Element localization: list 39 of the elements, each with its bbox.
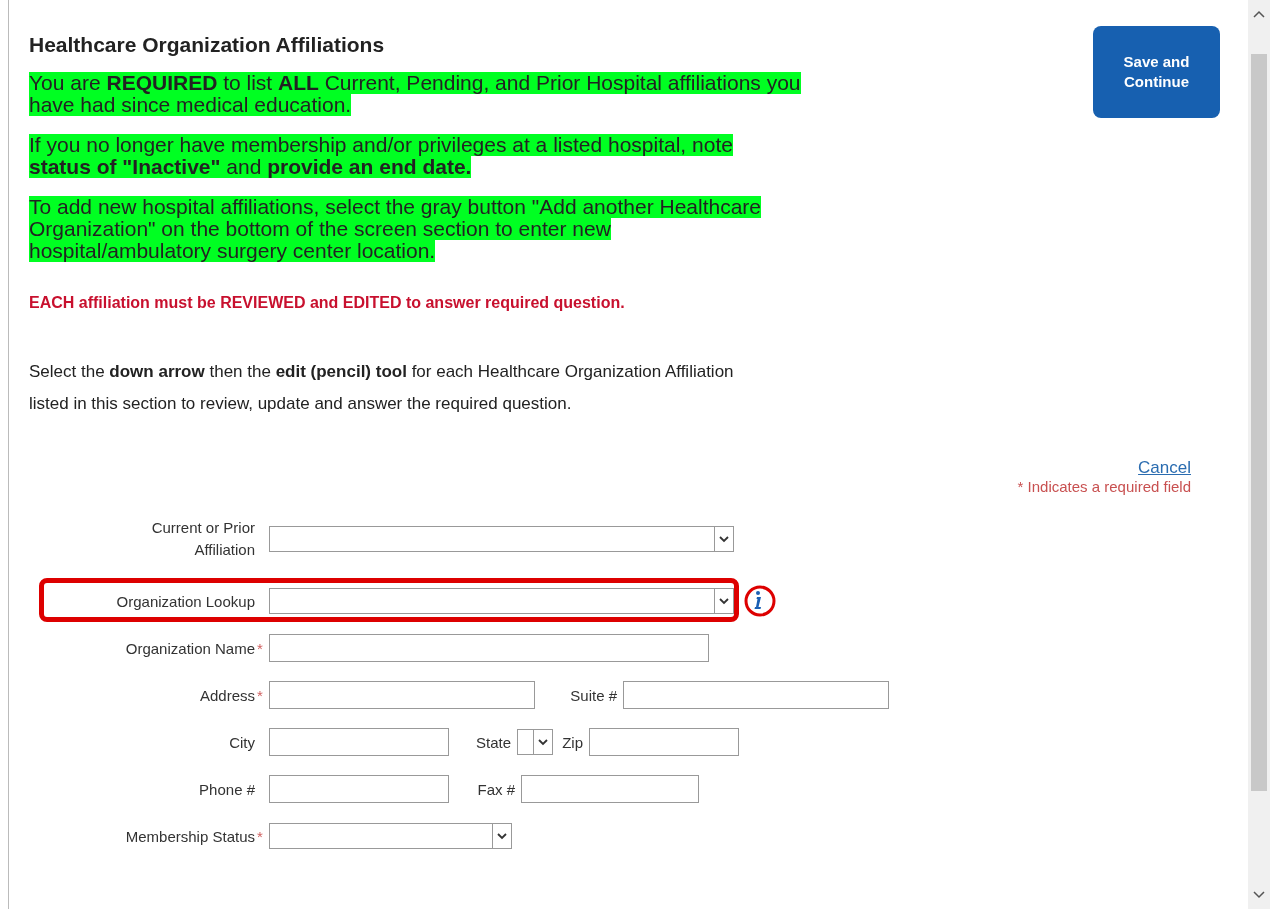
text-input-field[interactable] xyxy=(269,775,449,803)
field-label: Phone # xyxy=(198,780,256,798)
required-field-note: * Indicates a required field xyxy=(1017,478,1191,495)
text-input-field[interactable] xyxy=(589,728,739,756)
warning-text: EACH affiliation must be REVIEWED and EDITED to answer required question. xyxy=(29,294,625,312)
dropdown-field[interactable] xyxy=(269,823,512,849)
instruction-text: Select the down arrow then the edit (pencil) tool for each Healthcare Organization Affiliation listed in this section to review, update and answer the required question. xyxy=(29,361,734,415)
notice-text: To add new hospital affiliations, select the gray button "Add another Healthcare Organization" on the bottom of the screen section to enter new hospital/ambulatory surgery center location. xyxy=(29,196,762,262)
text-input-field[interactable] xyxy=(269,728,449,756)
field-label: Organization Lookup xyxy=(115,592,256,610)
notice-text: You are REQUIRED to list ALL Current, Pending, and Prior Hospital affiliations you have had since medical education. xyxy=(29,72,801,116)
field-label: Membership Status xyxy=(124,827,256,845)
text-input-field[interactable] xyxy=(269,681,535,709)
notice-text: If you no longer have membership and/or privileges at a listed hospital, note status of "Inactive" and provide an end date. xyxy=(29,134,733,178)
page-title: Healthcare Organization Affiliations xyxy=(29,32,386,58)
scrollbar[interactable] xyxy=(1248,0,1270,909)
save-and-continue-button[interactable]: Save and Continue xyxy=(1093,26,1220,118)
field-label: Suite # xyxy=(569,686,618,704)
dropdown-field[interactable] xyxy=(269,588,734,614)
scroll-down-icon[interactable] xyxy=(1253,891,1265,899)
field-label: Fax # xyxy=(476,780,516,798)
field-label: State xyxy=(474,733,512,751)
scrollbar-thumb[interactable] xyxy=(1251,54,1267,791)
dropdown-field[interactable] xyxy=(517,729,553,755)
dropdown-field[interactable] xyxy=(269,526,734,552)
cancel-link[interactable]: Cancel xyxy=(1138,458,1191,478)
text-input-field[interactable] xyxy=(269,634,709,662)
required-asterisk: * xyxy=(257,827,263,845)
info-icon[interactable] xyxy=(744,585,776,617)
field-label: Zip xyxy=(561,733,584,751)
required-asterisk: * xyxy=(257,686,263,704)
field-label: Address xyxy=(198,686,256,704)
field-label: Organization Name xyxy=(124,639,256,657)
text-input-field[interactable] xyxy=(623,681,889,709)
field-label: City xyxy=(228,733,256,751)
required-asterisk: * xyxy=(257,639,263,657)
field-label: Current or Prior Affiliation xyxy=(150,518,256,560)
text-input-field[interactable] xyxy=(521,775,699,803)
scroll-up-icon[interactable] xyxy=(1253,10,1265,18)
